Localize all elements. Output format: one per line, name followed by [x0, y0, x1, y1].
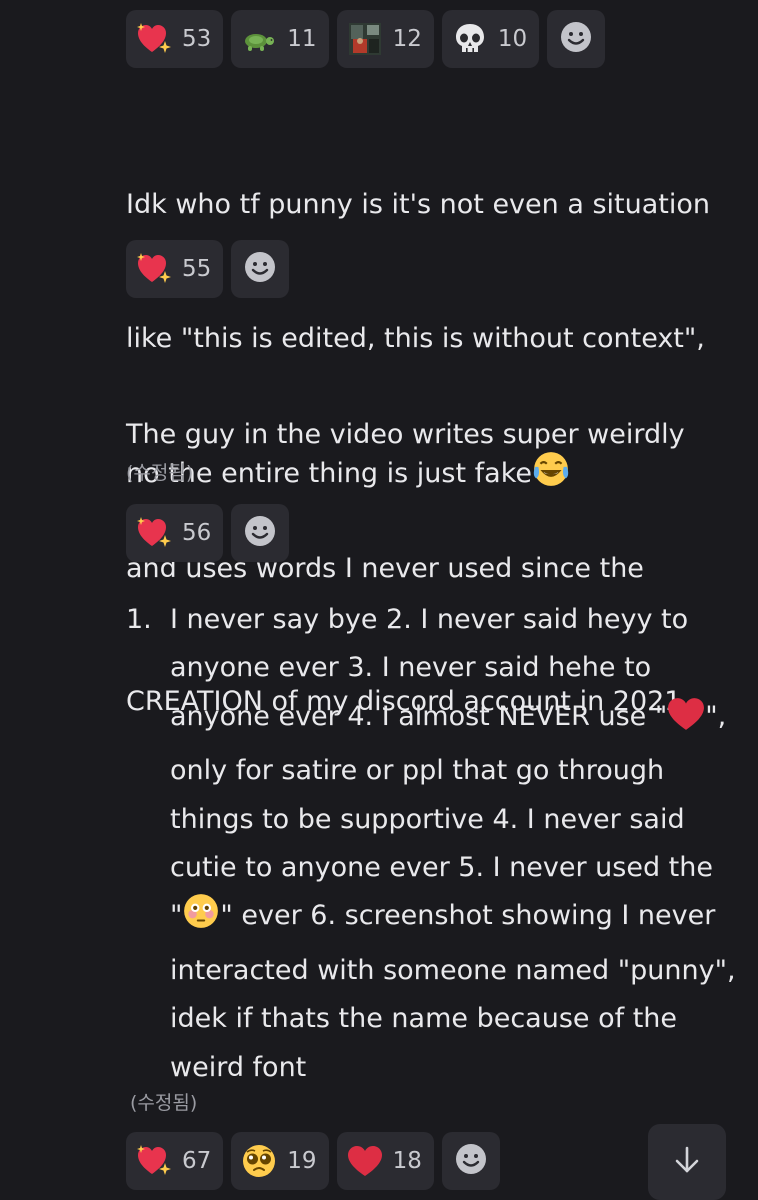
sparkling-heart-icon: [136, 1143, 172, 1179]
add-reaction-icon: [559, 20, 593, 58]
pleading-face-icon: [241, 1143, 277, 1179]
red-heart-icon: [667, 697, 705, 747]
reaction-turtle[interactable]: 11: [231, 10, 329, 68]
reaction-sparkling-heart[interactable]: 53: [126, 10, 224, 68]
message-line: only for satire or ppl that go through: [170, 755, 665, 787]
message-line-text: anyone ever 4. I almost NEVER use ": [170, 700, 668, 732]
message-line: The guy in the video writes super weirdl…: [126, 419, 685, 450]
reaction-count: 19: [287, 1148, 317, 1174]
message-line: anyone ever 3. I never said hehe to: [170, 652, 652, 684]
message-line: anyone ever 4. I almost NEVER use " ",: [170, 693, 736, 747]
reaction-sparkling-heart[interactable]: 67: [126, 1132, 224, 1190]
sparkling-heart-icon: [136, 515, 172, 551]
skull-icon: [452, 21, 488, 57]
reaction-count: 55: [182, 256, 212, 282]
red-heart-icon: [347, 1143, 383, 1179]
reaction-custom-emoji[interactable]: 12: [336, 10, 434, 68]
reaction-count: 56: [182, 520, 212, 546]
edited-label: (수정됨): [126, 462, 194, 484]
chat-view: 53 11 12 10 Idk who tf punny is it's not…: [0, 0, 758, 1200]
add-reaction-button[interactable]: [231, 240, 290, 298]
add-reaction-button[interactable]: [231, 504, 290, 562]
reaction-count: 10: [497, 26, 528, 52]
message-line: things to be supportive 4. I never said: [170, 803, 685, 835]
custom-image-emoji-icon: [347, 21, 383, 57]
reaction-pleading-face[interactable]: 19: [231, 1132, 329, 1190]
list-number: 1.: [126, 604, 152, 635]
reaction-row: 53 11 12 10: [126, 10, 606, 68]
flushed-face-icon: [182, 892, 220, 946]
reaction-count: 12: [392, 26, 422, 52]
add-reaction-button[interactable]: [441, 1132, 500, 1190]
list-item-text: I never say bye 2. I never said heyy to …: [170, 596, 736, 1092]
jump-to-bottom-button[interactable]: [648, 1124, 726, 1200]
reaction-count: 18: [392, 1148, 422, 1174]
sparkling-heart-icon: [136, 251, 172, 287]
message-line-text: ",: [705, 700, 727, 732]
reaction-row: 56: [126, 504, 290, 562]
reaction-count: 53: [182, 26, 212, 52]
add-reaction-icon: [454, 1142, 488, 1180]
reaction-sparkling-heart[interactable]: 56: [126, 504, 224, 562]
message-line: interacted with someone named "punny",: [170, 954, 736, 986]
reaction-sparkling-heart[interactable]: 55: [126, 240, 224, 298]
sparkling-heart-icon: [136, 21, 172, 57]
message-line: cutie to anyone ever 5. I never used the: [170, 852, 713, 884]
reaction-skull[interactable]: 10: [441, 10, 540, 68]
reaction-row: 55: [126, 240, 290, 298]
reaction-red-heart[interactable]: 18: [336, 1132, 434, 1190]
message-line-text: " ever 6. screenshot showing I never: [220, 900, 716, 932]
turtle-icon: [241, 21, 277, 57]
message-line-text: ": [170, 900, 183, 932]
message-line: idek if thats the name because of the: [170, 1003, 678, 1035]
edited-label: (수정됨): [130, 1092, 198, 1114]
message-line: weird font: [170, 1051, 307, 1083]
add-reaction-icon: [243, 250, 277, 288]
reaction-row: 67 19 18: [126, 1132, 500, 1190]
reaction-count: 11: [287, 26, 317, 52]
arrow-down-icon: [671, 1144, 703, 1180]
numbered-list-message: 1. I never say bye 2. I never said heyy …: [126, 596, 736, 1092]
message-line: I never say bye 2. I never said heyy to: [170, 604, 689, 635]
add-reaction-icon: [243, 514, 277, 552]
reaction-count: 67: [182, 1148, 212, 1174]
message-line: " " ever 6. screenshot showing I never: [170, 892, 736, 946]
message-line: Idk who tf punny is it's not even a situ…: [126, 189, 710, 220]
add-reaction-button[interactable]: [547, 10, 606, 68]
